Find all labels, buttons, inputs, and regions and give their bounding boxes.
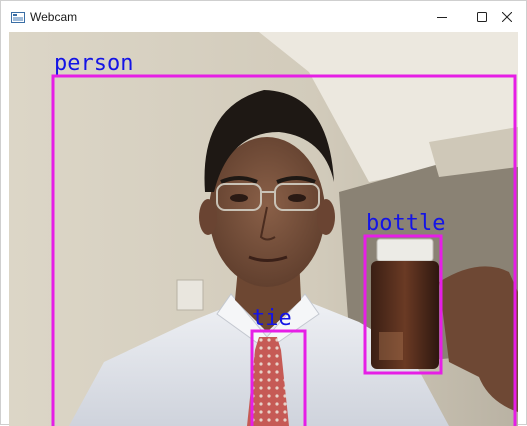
webcam-window: Webcam person bottle tie <box>0 0 527 426</box>
detection-label-person: person <box>54 51 134 76</box>
person-ear-right <box>317 199 335 235</box>
webcam-window-icon <box>11 12 25 23</box>
close-icon <box>502 11 512 22</box>
title-bar[interactable]: Webcam <box>1 1 526 32</box>
bottle-object <box>371 238 439 369</box>
minimize-button[interactable] <box>422 1 462 32</box>
wall-socket <box>176 279 204 311</box>
person-eye-right <box>288 194 306 202</box>
person-eye-left <box>230 194 248 202</box>
window-title: Webcam <box>30 10 78 24</box>
minimize-icon <box>437 16 447 18</box>
detection-label-bottle: bottle <box>366 211 446 236</box>
webcam-feed: person bottle tie <box>9 32 518 426</box>
person-ear-left <box>199 199 217 235</box>
maximize-icon <box>477 11 487 22</box>
close-button[interactable] <box>487 1 527 32</box>
detection-label-tie: tie <box>252 306 292 331</box>
